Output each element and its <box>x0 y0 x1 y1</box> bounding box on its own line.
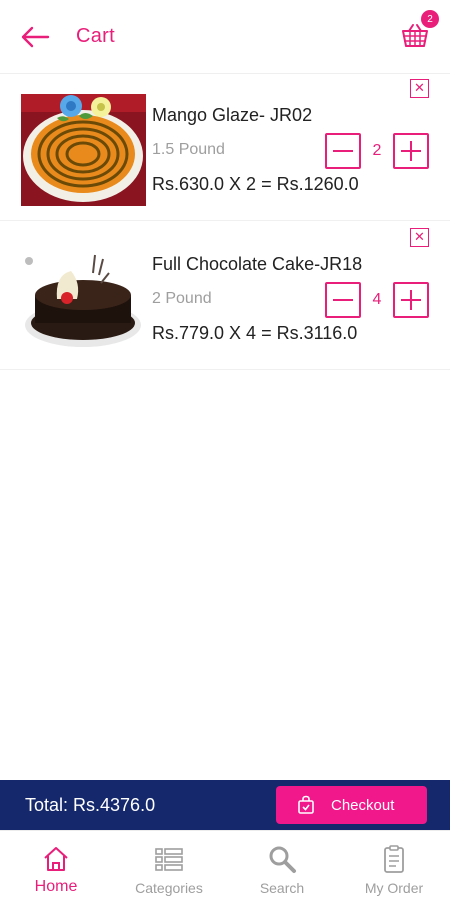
back-button[interactable] <box>18 22 52 52</box>
search-icon <box>269 846 296 873</box>
cart-total: Total: Rs.4376.0 <box>25 795 156 815</box>
plus-icon-v <box>410 290 412 310</box>
item-name: Mango Glaze- JR02 <box>152 105 313 125</box>
chocolate-cake-image <box>21 243 146 355</box>
nav-my-order-label: My Order <box>364 880 424 896</box>
quantity-value: 2 <box>372 142 382 159</box>
cart-item: Mango Glaze- JR02 1.5 Pound Rs.630.0 X 2… <box>0 75 450 221</box>
cart-count-badge: 2 <box>421 10 439 28</box>
item-name: Full Chocolate Cake-JR18 <box>152 254 363 274</box>
categories-icon <box>155 848 183 871</box>
item-weight: 2 Pound <box>152 290 212 307</box>
minus-icon <box>333 150 353 152</box>
minus-icon <box>333 299 353 301</box>
mango-glaze-cake-image <box>21 94 146 206</box>
nav-categories[interactable]: Categories <box>113 831 225 900</box>
checkout-button[interactable]: Checkout <box>276 786 427 824</box>
plus-icon-v <box>410 141 412 161</box>
decrease-quantity-button[interactable] <box>325 133 361 169</box>
nav-search[interactable]: Search <box>226 831 338 900</box>
close-icon: ✕ <box>414 80 425 95</box>
remove-item-button[interactable]: ✕ <box>410 228 429 247</box>
app-header: Cart 2 <box>0 0 450 74</box>
cart-screen: Cart 2 Mango Glaze- JR02 1.5 Pound Rs.63… <box>0 0 450 900</box>
total-bar: Total: Rs.4376.0 Checkout <box>0 780 450 830</box>
back-arrow-icon <box>21 26 50 48</box>
close-icon: ✕ <box>414 229 425 244</box>
item-price-line: Rs.630.0 X 2 = Rs.1260.0 <box>152 174 359 194</box>
shopping-bag-icon <box>298 795 314 814</box>
nav-home[interactable]: Home <box>0 831 112 900</box>
increase-quantity-button[interactable] <box>393 133 429 169</box>
decrease-quantity-button[interactable] <box>325 282 361 318</box>
item-price-line: Rs.779.0 X 4 = Rs.3116.0 <box>152 323 358 343</box>
cart-item: Full Chocolate Cake-JR18 2 Pound Rs.779.… <box>0 224 450 370</box>
bottom-navigation: Home Categories Search My Order <box>0 830 450 900</box>
item-weight: 1.5 Pound <box>152 141 225 158</box>
nav-categories-label: Categories <box>135 880 203 896</box>
remove-item-button[interactable]: ✕ <box>410 79 429 98</box>
nav-search-label: Search <box>259 880 305 896</box>
checkout-label: Checkout <box>331 797 395 814</box>
home-icon <box>44 847 68 871</box>
increase-quantity-button[interactable] <box>393 282 429 318</box>
nav-home-label: Home <box>34 878 78 895</box>
page-title: Cart <box>76 25 115 47</box>
clipboard-icon <box>384 845 404 873</box>
quantity-value: 4 <box>372 291 382 308</box>
nav-my-order[interactable]: My Order <box>338 831 450 900</box>
